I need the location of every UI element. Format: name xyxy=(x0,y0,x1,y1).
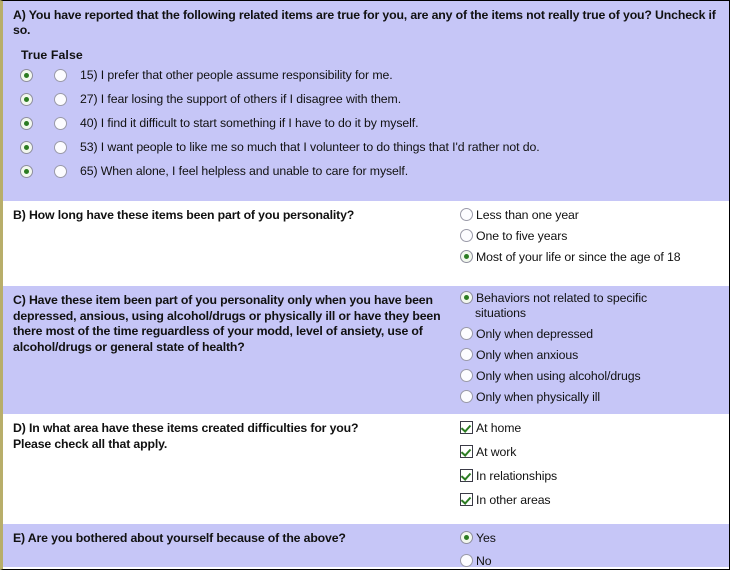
radio-icon[interactable] xyxy=(460,229,473,242)
radio-true-item-40[interactable] xyxy=(20,117,33,130)
section-d-options: At home At work In relationships In othe… xyxy=(460,414,729,517)
option-no[interactable]: No xyxy=(460,554,715,569)
radio-icon[interactable] xyxy=(460,208,473,221)
checkbox-icon-checked[interactable] xyxy=(460,445,473,458)
item-label-27: 27) I fear losing the support of others … xyxy=(80,92,402,106)
radio-true-item-53[interactable] xyxy=(20,141,33,154)
radio-icon[interactable] xyxy=(460,327,473,340)
section-d-row: D) In what area have these items created… xyxy=(3,414,729,517)
section-d-question-line2: Please check all that apply. xyxy=(13,436,168,451)
radio-true-item-27[interactable] xyxy=(20,93,33,106)
option-at-work[interactable]: At work xyxy=(460,445,715,460)
item-false-cell xyxy=(45,91,77,106)
radio-icon[interactable] xyxy=(460,554,473,567)
option-label: In other areas xyxy=(476,493,551,507)
radio-icon-selected[interactable] xyxy=(460,531,473,544)
section-e-question: E) Are you bothered about yourself becau… xyxy=(13,531,346,545)
item-false-cell xyxy=(45,115,77,130)
item-true-cell xyxy=(13,163,45,178)
radio-icon[interactable] xyxy=(460,369,473,382)
option-label: Most of your life or since the age of 18 xyxy=(476,250,681,264)
radio-icon[interactable] xyxy=(460,390,473,403)
section-a-prompt: A) You have reported that the following … xyxy=(13,8,716,37)
section-e-row: E) Are you bothered about yourself becau… xyxy=(3,524,729,577)
item-label-40: 40) I find it difficult to start somethi… xyxy=(80,116,419,130)
item-row: 15) I prefer that other people assume re… xyxy=(13,67,719,87)
option-behaviors-not-related[interactable]: Behaviors not related to specific situat… xyxy=(460,291,690,321)
section-d-question-line1: D) In what area have these items created… xyxy=(13,421,359,435)
option-label: In relationships xyxy=(476,469,558,483)
radio-false-item-53[interactable] xyxy=(54,141,67,154)
checkbox-icon-checked[interactable] xyxy=(460,421,473,434)
option-label: Only when physically ill xyxy=(476,390,601,404)
section-b: B) How long have these items been part o… xyxy=(3,201,729,286)
radio-false-item-27[interactable] xyxy=(54,93,67,106)
section-d: D) In what area have these items created… xyxy=(3,414,729,524)
option-only-when-physically-ill[interactable]: Only when physically ill xyxy=(460,390,690,405)
radio-icon[interactable] xyxy=(460,348,473,361)
option-label: Only when depressed xyxy=(476,327,594,341)
radio-false-item-40[interactable] xyxy=(54,117,67,130)
option-label: Less than one year xyxy=(476,208,579,222)
option-most-of-your-life[interactable]: Most of your life or since the age of 18 xyxy=(460,250,715,265)
section-d-question: D) In what area have these items created… xyxy=(3,414,463,452)
radio-icon-selected[interactable] xyxy=(460,250,473,263)
checkbox-icon-checked[interactable] xyxy=(460,469,473,482)
item-row: 27) I fear losing the support of others … xyxy=(13,91,719,111)
checkbox-icon-checked[interactable] xyxy=(460,493,473,506)
radio-false-item-15[interactable] xyxy=(54,69,67,82)
option-label: Behaviors not related to specific situat… xyxy=(475,291,648,320)
item-row: 65) When alone, I feel helpless and unab… xyxy=(13,163,719,183)
option-in-other-areas[interactable]: In other areas xyxy=(460,493,715,508)
item-row: 40) I find it difficult to start somethi… xyxy=(13,115,719,135)
option-label: Only when anxious xyxy=(476,348,579,362)
item-true-cell xyxy=(13,139,45,154)
true-false-column-header: True False xyxy=(21,48,83,62)
radio-true-item-15[interactable] xyxy=(20,69,33,82)
section-a: A) You have reported that the following … xyxy=(3,1,729,201)
option-only-when-anxious[interactable]: Only when anxious xyxy=(460,348,690,363)
option-in-relationships[interactable]: In relationships xyxy=(460,469,715,484)
option-label: One to five years xyxy=(476,229,568,243)
item-label-15: 15) I prefer that other people assume re… xyxy=(80,68,393,82)
section-b-row: B) How long have these items been part o… xyxy=(3,201,729,271)
section-c-row: C) Have these item been part of you pers… xyxy=(3,286,729,411)
item-false-cell xyxy=(45,67,77,82)
section-c: C) Have these item been part of you pers… xyxy=(3,286,729,414)
section-e: E) Are you bothered about yourself becau… xyxy=(3,524,729,568)
option-label: No xyxy=(476,554,492,568)
option-at-home[interactable]: At home xyxy=(460,421,715,436)
item-false-cell xyxy=(45,163,77,178)
item-label-53: 53) I want people to like me so much tha… xyxy=(80,140,540,154)
item-false-cell xyxy=(45,139,77,154)
radio-true-item-65[interactable] xyxy=(20,165,33,178)
radio-icon-selected[interactable] xyxy=(460,291,473,304)
option-only-when-depressed[interactable]: Only when depressed xyxy=(460,327,690,342)
option-label: Yes xyxy=(476,531,496,545)
section-e-options: Yes No xyxy=(460,524,729,577)
section-c-options: Behaviors not related to specific situat… xyxy=(460,286,729,411)
section-b-options: Less than one year One to five years Mos… xyxy=(460,201,729,271)
option-less-than-one-year[interactable]: Less than one year xyxy=(460,208,715,223)
option-one-to-five-years[interactable]: One to five years xyxy=(460,229,715,244)
section-b-question: B) How long have these items been part o… xyxy=(13,208,355,222)
item-row: 53) I want people to like me so much tha… xyxy=(13,139,719,159)
option-yes[interactable]: Yes xyxy=(460,531,715,546)
item-true-cell xyxy=(13,67,45,82)
radio-false-item-65[interactable] xyxy=(54,165,67,178)
option-label: At home xyxy=(476,421,522,435)
item-true-cell xyxy=(13,115,45,130)
section-c-question: C) Have these item been part of you pers… xyxy=(13,293,441,354)
questionnaire-form: A) You have reported that the following … xyxy=(0,0,730,570)
item-true-cell xyxy=(13,91,45,106)
option-only-when-using-alcohol-drugs[interactable]: Only when using alcohol/drugs xyxy=(460,369,690,384)
option-label: Only when using alcohol/drugs xyxy=(476,369,641,383)
item-label-65: 65) When alone, I feel helpless and unab… xyxy=(80,164,409,178)
option-label: At work xyxy=(476,445,517,459)
